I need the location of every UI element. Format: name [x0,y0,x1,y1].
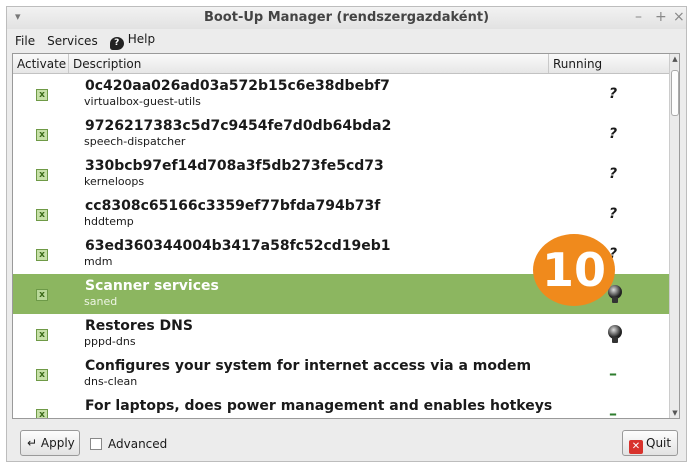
activate-checkbox[interactable]: x [36,289,48,301]
running-bulb-icon [608,325,622,343]
scroll-down-icon[interactable]: ▼ [670,408,679,418]
running-status: ? [608,86,618,102]
advanced-checkbox-box[interactable] [90,438,102,450]
running-status: ? [608,166,618,182]
list-header: Activate Description Running [13,54,673,74]
service-name: saned [84,295,118,308]
service-name: mdm [84,255,113,268]
activate-checkbox[interactable]: x [36,209,48,221]
activate-checkbox[interactable]: x [36,409,48,418]
list-item[interactable]: x For laptops, does power management and… [13,394,673,419]
service-name: pppd-dns [84,335,136,348]
apply-button[interactable]: ↵ Apply [20,430,80,456]
quit-label: Quit [646,436,672,450]
service-description: Restores DNS [85,318,193,334]
quit-button[interactable]: ✕ Quit [622,430,678,456]
list-item[interactable]: x Configures your system for internet ac… [13,354,673,394]
running-status: ? [608,206,618,222]
column-activate[interactable]: Activate [13,54,69,73]
service-description: Configures your system for internet acce… [85,358,532,374]
running-status: – [609,364,617,383]
activate-checkbox[interactable]: x [36,329,48,341]
minimize-button[interactable]: – [635,9,642,25]
service-description: cc8308c65166c3359ef77bfda794b73f [85,198,381,214]
close-button[interactable]: × [673,9,685,25]
help-icon: ? [109,37,124,50]
activate-checkbox[interactable]: x [36,89,48,101]
scroll-up-icon[interactable]: ▲ [670,54,679,64]
activate-checkbox[interactable]: x [36,129,48,141]
service-name: speech-dispatcher [84,135,186,148]
scrollbar-thumb[interactable] [671,70,679,116]
activate-checkbox[interactable]: x [36,249,48,261]
vertical-scrollbar[interactable]: ▲ ▼ [669,54,679,418]
activate-checkbox[interactable]: x [36,369,48,381]
advanced-checkbox[interactable]: Advanced [90,437,167,451]
list-item[interactable]: x 0c420aa026ad03a572b15c6e38dbebf7 virtu… [13,74,673,114]
window-title: Boot-Up Manager (rendszergazdaként) [203,10,490,25]
service-description: For laptops, does power management and e… [85,398,553,414]
menu-help[interactable]: ? Help [109,32,156,50]
activate-checkbox[interactable]: x [36,169,48,181]
bottom-bar: ↵ Apply Advanced ✕ Quit [7,425,686,461]
service-name: virtualbox-guest-utils [84,95,201,108]
menu-services[interactable]: Services [47,34,98,48]
title-bar: ▾ Boot-Up Manager (rendszergazdaként) – … [7,7,686,29]
step-number-badge: 10 [533,234,615,306]
running-bulb-icon [608,285,622,303]
running-status: ? [608,126,618,142]
apply-arrow-icon: ↵ [27,436,38,450]
menu-file[interactable]: File [15,34,35,48]
service-description: 330bcb97ef14d708a3f5db273fe5cd73 [85,158,384,174]
service-description: 9726217383c5d7c9454fe7d0db64bda2 [85,118,392,134]
apply-label: Apply [40,436,75,450]
list-item[interactable]: x cc8308c65166c3359ef77bfda794b73f hddte… [13,194,673,234]
quit-icon: ✕ [629,440,643,454]
running-status: – [609,404,617,419]
maximize-button[interactable]: + [655,9,667,25]
service-name: dns-clean [84,375,138,388]
list-item[interactable]: x 9726217383c5d7c9454fe7d0db64bda2 speec… [13,114,673,154]
column-description[interactable]: Description [69,54,549,73]
boot-up-manager-window: ▾ Boot-Up Manager (rendszergazdaként) – … [6,6,687,462]
advanced-label: Advanced [108,437,168,451]
menu-help-label: Help [127,32,156,46]
service-description: 63ed360344004b3417a58fc52cd19eb1 [85,238,391,254]
list-item[interactable]: x Restores DNS pppd-dns [13,314,673,354]
column-running[interactable]: Running [549,54,673,73]
service-description: 0c420aa026ad03a572b15c6e38dbebf7 [85,78,390,94]
service-name: hddtemp [84,215,134,228]
menu-bar: File Services ? Help [7,31,686,51]
service-description: Scanner services [85,278,219,294]
service-name: kerneloops [84,175,145,188]
list-item[interactable]: x 330bcb97ef14d708a3f5db273fe5cd73 kerne… [13,154,673,194]
